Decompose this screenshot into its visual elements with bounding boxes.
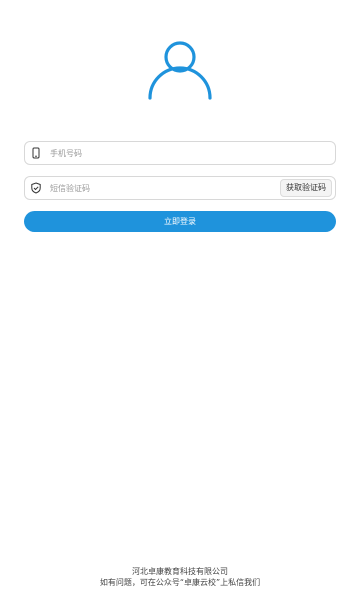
mobile-phone-icon xyxy=(32,147,40,159)
phone-field[interactable] xyxy=(24,141,336,165)
shield-check-icon xyxy=(31,182,41,194)
phone-input[interactable] xyxy=(50,145,330,161)
get-code-button[interactable]: 获取验证码 xyxy=(280,179,332,197)
footer-contact: 如有问题，可在公众号“卓康云校”上私信我们 xyxy=(99,578,261,587)
footer-company: 河北卓康教育科技有限公司 xyxy=(132,567,228,576)
login-button[interactable]: 立即登录 xyxy=(24,211,336,232)
sms-code-field[interactable]: 获取验证码 xyxy=(24,176,336,200)
user-avatar-icon xyxy=(148,41,212,100)
sms-code-input[interactable] xyxy=(50,180,270,196)
